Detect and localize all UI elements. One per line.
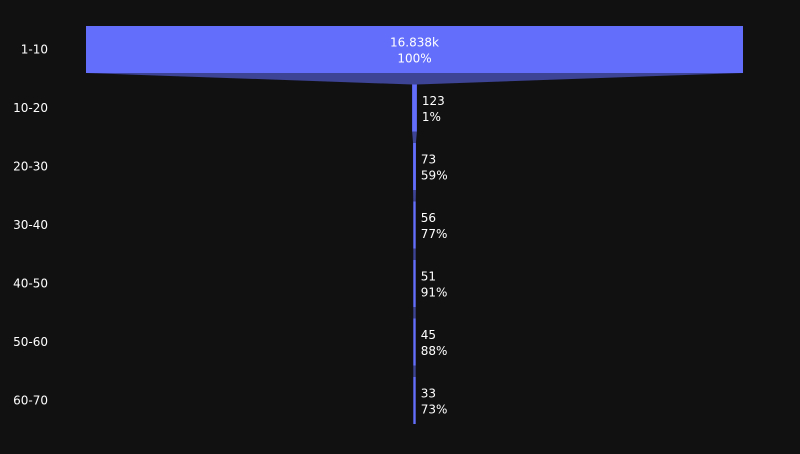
funnel-connector <box>412 131 417 143</box>
funnel-bar-50-60 <box>413 318 416 366</box>
funnel-bar-10-20 <box>412 84 417 132</box>
funnel-connector <box>86 73 743 85</box>
funnel-connector <box>413 190 416 202</box>
value-label: 16.838k <box>390 36 439 50</box>
value-label: 45 <box>421 328 436 342</box>
funnel-connector <box>413 248 416 260</box>
funnel-chart: 1-10 16.838k 100% 10-20 123 1% 20-30 73 59% 30-40… <box>0 0 800 450</box>
funnel-connector <box>413 307 416 319</box>
category-label: 40-50 <box>13 277 48 291</box>
funnel-bar-30-40 <box>413 201 416 249</box>
funnel-connector <box>413 365 416 377</box>
category-label: 30-40 <box>13 218 48 232</box>
percent-label: 77% <box>421 227 448 241</box>
category-label: 20-30 <box>13 160 48 174</box>
funnel-bar-20-30 <box>413 143 416 190</box>
funnel-bar-40-50 <box>413 260 416 307</box>
percent-label: 88% <box>421 344 448 358</box>
value-label: 56 <box>421 211 436 225</box>
category-label: 60-70 <box>13 394 48 408</box>
percent-label: 1% <box>422 110 441 124</box>
percent-label: 59% <box>421 169 448 183</box>
value-label: 123 <box>422 94 445 108</box>
funnel-bar-60-70 <box>413 377 416 424</box>
percent-label: 91% <box>421 286 448 300</box>
funnel-bar-1-10 <box>86 26 743 73</box>
funnel-chart-svg: 1-10 16.838k 100% 10-20 123 1% 20-30 73 59% 30-40… <box>13 26 743 424</box>
value-label: 33 <box>421 387 436 401</box>
category-label: 1-10 <box>21 43 48 57</box>
category-label: 50-60 <box>13 335 48 349</box>
value-label: 51 <box>421 270 436 284</box>
category-label: 10-20 <box>13 101 48 115</box>
percent-label: 100% <box>397 52 431 66</box>
percent-label: 73% <box>421 403 448 417</box>
value-label: 73 <box>421 153 436 167</box>
